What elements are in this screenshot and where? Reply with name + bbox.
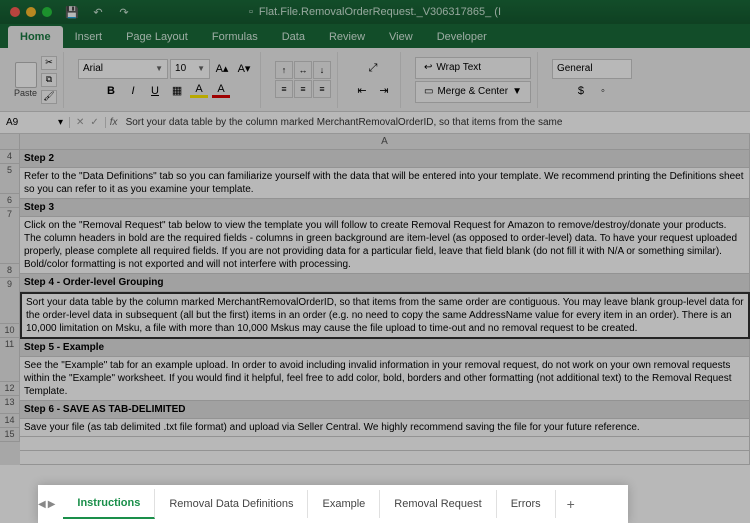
save-icon[interactable]: 💾 [64, 4, 80, 20]
chevron-down-icon: ▼ [197, 64, 205, 73]
name-box[interactable]: A9▾ [0, 117, 70, 128]
font-size-select[interactable]: 10▼ [170, 59, 210, 79]
underline-button[interactable]: U [145, 81, 165, 101]
chevron-down-icon: ▼ [512, 86, 522, 97]
row-header[interactable]: 5 [0, 164, 20, 194]
ribbon-tab-data[interactable]: Data [270, 26, 317, 48]
font-name-select[interactable]: Arial▼ [78, 59, 168, 79]
add-sheet-button[interactable]: + [556, 496, 586, 512]
row-header[interactable]: 13 [0, 396, 20, 414]
cell-step2-body[interactable]: Refer to the "Data Definitions" tab so y… [20, 168, 750, 199]
bold-button[interactable]: B [101, 81, 121, 101]
row-header[interactable]: 8 [0, 264, 20, 278]
paste-button[interactable]: Paste [14, 62, 37, 98]
cell-step2-header[interactable]: Step 2 [20, 150, 750, 168]
cell-step3-body[interactable]: Click on the "Removal Request" tab below… [20, 217, 750, 274]
accept-formula-icon[interactable]: ✓ [90, 117, 98, 128]
tab-nav-prev-icon[interactable]: ◀ [38, 499, 46, 510]
select-all-corner[interactable] [0, 134, 20, 149]
fx-label[interactable]: fx [106, 117, 122, 128]
row-header[interactable]: 12 [0, 382, 20, 396]
font-color-button[interactable]: A [211, 81, 231, 101]
align-left-button[interactable]: ≡ [275, 80, 293, 98]
copy-button[interactable]: ⧉ [41, 73, 57, 87]
worksheet-area: A 4 5 6 7 8 9 10 11 12 13 14 15 Step 2 R… [0, 134, 750, 494]
cell-step5-body[interactable]: See the "Example" tab for an example upl… [20, 357, 750, 401]
italic-button[interactable]: I [123, 81, 143, 101]
sheet-tab-removal-request[interactable]: Removal Request [380, 490, 496, 518]
tab-nav-next-icon[interactable]: ▶ [48, 499, 56, 510]
decrease-font-button[interactable]: A▾ [234, 59, 254, 79]
row-headers: 4 5 6 7 8 9 10 11 12 13 14 15 [0, 150, 20, 465]
format-painter-button[interactable]: 🖌 [41, 90, 57, 104]
border-button[interactable]: ▦ [167, 81, 187, 101]
align-middle-button[interactable]: ↔ [294, 61, 312, 79]
empty-cell[interactable] [20, 437, 750, 451]
cell-step4-header[interactable]: Step 4 - Order-level Grouping [20, 274, 750, 292]
chevron-down-icon: ▼ [155, 64, 163, 73]
close-window-button[interactable] [10, 7, 20, 17]
ribbon: Paste ✂ ⧉ 🖌 Arial▼ 10▼ A▴ A▾ B I U ▦ A A… [0, 48, 750, 112]
cell-step6-body[interactable]: Save your file (as tab delimited .txt fi… [20, 419, 750, 437]
fill-color-button[interactable]: A [189, 81, 209, 101]
ribbon-tab-developer[interactable]: Developer [425, 26, 499, 48]
undo-icon[interactable]: ↶ [90, 4, 106, 20]
sheet-tab-example[interactable]: Example [308, 490, 380, 518]
ribbon-tab-formulas[interactable]: Formulas [200, 26, 270, 48]
window-titlebar: 💾 ↶ ↷ ▫ Flat.File.RemovalOrderRequest._V… [0, 0, 750, 24]
maximize-window-button[interactable] [42, 7, 52, 17]
column-header-a[interactable]: A [20, 134, 750, 149]
sheet-tab-errors[interactable]: Errors [497, 490, 556, 518]
ribbon-tab-view[interactable]: View [377, 26, 425, 48]
row-header[interactable]: 4 [0, 150, 20, 164]
row-header[interactable]: 6 [0, 194, 20, 208]
document-icon: ▫ [249, 6, 253, 18]
wrap-icon: ↩ [424, 62, 432, 73]
ribbon-tab-page-layout[interactable]: Page Layout [114, 26, 200, 48]
redo-icon[interactable]: ↷ [116, 4, 132, 20]
cell-step6-header[interactable]: Step 6 - SAVE AS TAB-DELIMITED [20, 401, 750, 419]
currency-button[interactable]: $ [571, 81, 591, 101]
chevron-down-icon: ▾ [58, 117, 63, 128]
ribbon-tabstrip: Home Insert Page Layout Formulas Data Re… [0, 24, 750, 48]
cut-button[interactable]: ✂ [41, 56, 57, 70]
increase-indent-button[interactable]: ⇥ [374, 81, 394, 101]
alignment-group: ↑ ↔ ↓ ≡ ≡ ≡ [275, 61, 331, 98]
row-header[interactable]: 14 [0, 414, 20, 428]
sheet-tab-instructions[interactable]: Instructions [63, 489, 155, 519]
align-right-button[interactable]: ≡ [313, 80, 331, 98]
merge-center-button[interactable]: ▭Merge & Center▼ [415, 81, 531, 103]
align-top-button[interactable]: ↑ [275, 61, 293, 79]
ribbon-tab-home[interactable]: Home [8, 26, 63, 48]
empty-cell[interactable] [20, 451, 750, 465]
minimize-window-button[interactable] [26, 7, 36, 17]
ribbon-tab-review[interactable]: Review [317, 26, 377, 48]
wrap-text-button[interactable]: ↩Wrap Text [415, 57, 531, 79]
cell-step3-header[interactable]: Step 3 [20, 199, 750, 217]
decrease-indent-button[interactable]: ⇤ [352, 81, 372, 101]
cancel-formula-icon[interactable]: ✕ [76, 117, 84, 128]
window-controls [10, 7, 52, 17]
row-header[interactable]: 11 [0, 338, 20, 382]
merge-icon: ▭ [424, 86, 433, 97]
align-bottom-button[interactable]: ↓ [313, 61, 331, 79]
formula-bar: A9▾ ✕ ✓ fx Sort your data table by the c… [0, 112, 750, 134]
number-format-select[interactable]: General [552, 59, 632, 79]
formula-input[interactable]: Sort your data table by the column marke… [122, 117, 750, 128]
cell-step5-header[interactable]: Step 5 - Example [20, 339, 750, 357]
row-header[interactable]: 9 [0, 278, 20, 324]
ribbon-tab-insert[interactable]: Insert [63, 26, 115, 48]
align-center-button[interactable]: ≡ [294, 80, 312, 98]
sheet-tab-removal-data-definitions[interactable]: Removal Data Definitions [155, 490, 308, 518]
row-header[interactable]: 10 [0, 324, 20, 338]
row-header[interactable]: 7 [0, 208, 20, 264]
row-header[interactable]: 15 [0, 428, 20, 442]
sheet-tabs-highlight: ◀ ▶ Instructions Removal Data Definition… [38, 485, 628, 523]
percent-button[interactable]: ◦ [593, 81, 613, 101]
clipboard-icon [15, 62, 37, 88]
increase-font-button[interactable]: A▴ [212, 59, 232, 79]
document-title: Flat.File.RemovalOrderRequest._V30631786… [259, 6, 501, 18]
orientation-button[interactable]: ⤢ [363, 59, 383, 79]
cell-step4-body[interactable]: Sort your data table by the column marke… [20, 292, 750, 339]
